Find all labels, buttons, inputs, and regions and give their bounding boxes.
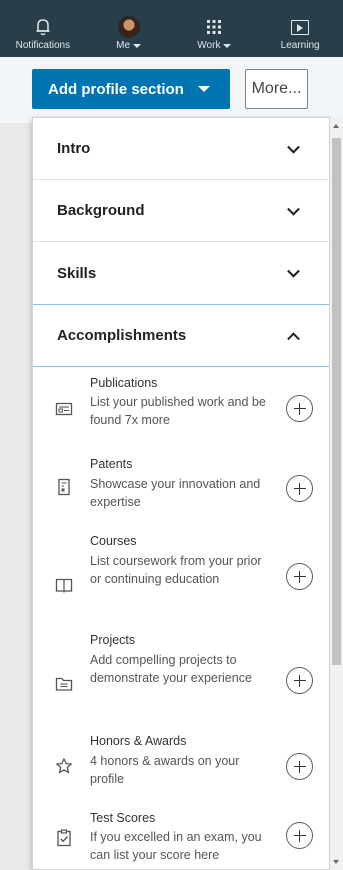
add-section-dropdown: Intro Background Skills Accomplishments …	[32, 117, 330, 870]
bell-icon	[34, 14, 52, 40]
accomplishment-title: Honors & Awards	[90, 734, 187, 748]
play-icon	[291, 19, 310, 35]
accomplishment-projects: Projects Add compelling projects to demo…	[33, 630, 329, 720]
accomplishment-description: If you excelled in an exam, you can list…	[90, 830, 262, 862]
nav-label: Work	[197, 40, 221, 51]
nav-label: Notifications	[15, 40, 71, 51]
add-publication-button[interactable]	[286, 395, 313, 422]
clipboard-check-icon	[57, 829, 71, 847]
add-project-button[interactable]	[286, 667, 313, 694]
book-icon	[55, 578, 73, 594]
section-skills[interactable]: Skills	[33, 242, 329, 304]
accomplishment-description: Showcase your innovation and expertise	[90, 477, 261, 509]
accomplishment-description: 4 honors & awards on your profile	[90, 754, 240, 786]
star-icon	[56, 758, 72, 774]
dropdown-scrollbar[interactable]	[330, 117, 343, 870]
section-label: Background	[57, 202, 145, 219]
accomplishment-patents: Patents Showcase your innovation and exp…	[33, 454, 329, 524]
section-label: Skills	[57, 264, 97, 282]
section-background[interactable]: Background	[33, 180, 329, 242]
nav-notifications[interactable]: Notifications	[0, 0, 86, 57]
chevron-down-icon	[287, 264, 300, 278]
section-label: Accomplishments	[57, 327, 187, 344]
section-intro[interactable]: Intro	[33, 118, 329, 180]
add-profile-section-label: Add profile section	[48, 80, 184, 98]
nav-me[interactable]: Me	[86, 0, 172, 57]
publication-icon	[55, 402, 73, 416]
add-course-button[interactable]	[286, 563, 313, 590]
add-test-score-button[interactable]	[286, 822, 313, 849]
nav-label: Me	[116, 40, 131, 51]
nav-label: Learning	[280, 40, 320, 51]
more-button[interactable]: More...	[245, 69, 308, 109]
scroll-down-icon[interactable]	[333, 860, 339, 864]
add-honor-award-button[interactable]	[286, 753, 313, 780]
accomplishment-title: Publications	[90, 376, 158, 390]
chevron-down-icon	[287, 202, 300, 216]
nav-work[interactable]: Work	[172, 0, 258, 57]
accomplishment-description: List coursework from your prior or conti…	[90, 554, 262, 586]
accomplishment-publications: Publications List your published work an…	[33, 374, 329, 444]
section-accomplishments[interactable]: Accomplishments	[33, 304, 329, 367]
chevron-up-icon	[287, 331, 300, 345]
accomplishment-courses: Courses List coursework from your prior …	[33, 531, 329, 621]
patent-icon	[58, 478, 70, 496]
caret-down-icon	[133, 43, 142, 48]
caret-down-icon	[223, 43, 232, 48]
folder-icon	[55, 677, 73, 691]
accomplishment-title: Projects	[90, 633, 136, 647]
add-profile-section-button[interactable]: Add profile section	[32, 69, 230, 109]
accomplishment-title: Test Scores	[90, 811, 156, 825]
action-bar: Add profile section More...	[0, 57, 343, 123]
accomplishment-title: Patents	[90, 457, 133, 471]
add-patent-button[interactable]	[286, 475, 313, 502]
top-nav: Notifications Me Work Learning	[0, 0, 343, 57]
accomplishment-honors-awards: Honors & Awards 4 honors & awards on you…	[33, 731, 329, 801]
accomplishment-title: Courses	[90, 534, 137, 548]
accomplishment-description: Add compelling projects to demonstrate y…	[90, 653, 252, 685]
nav-learning[interactable]: Learning	[257, 0, 343, 57]
caret-down-icon	[197, 86, 210, 92]
avatar	[117, 16, 140, 38]
section-label: Intro	[57, 140, 91, 157]
accomplishment-description: List your published work and be found 7x…	[90, 395, 266, 427]
chevron-down-icon	[287, 140, 300, 154]
scroll-thumb[interactable]	[332, 138, 341, 665]
accomplishment-test-scores: Test Scores If you excelled in an exam, …	[33, 809, 329, 869]
scroll-up-icon[interactable]	[333, 124, 339, 128]
grid-icon	[206, 14, 222, 40]
